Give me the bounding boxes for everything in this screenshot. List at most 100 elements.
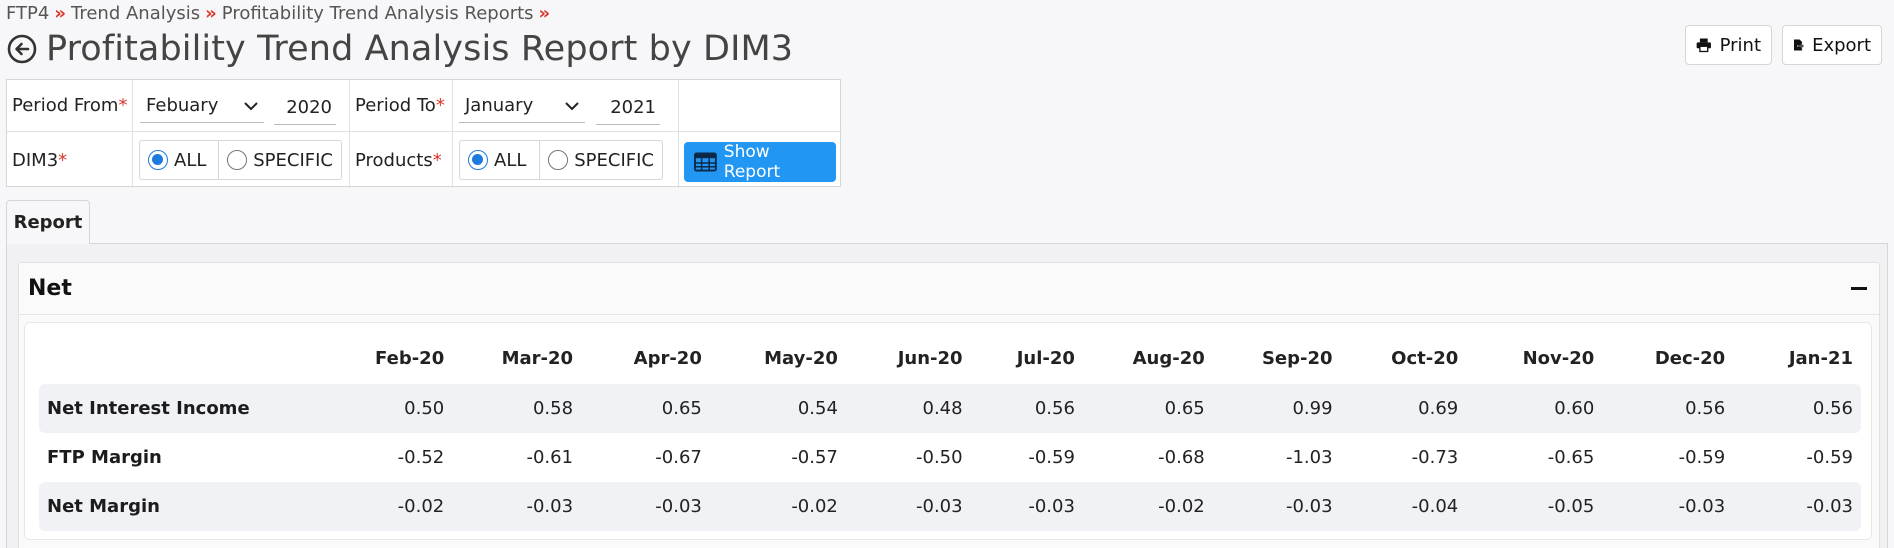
table-cell: 0.54 — [709, 384, 846, 433]
table-cell: -0.03 — [1733, 482, 1861, 531]
table-cell: -0.65 — [1547, 447, 1595, 468]
table-cell: 0.69 — [1340, 384, 1467, 433]
period-to-year-input[interactable]: 2021 — [596, 91, 660, 125]
products-label: Products* — [355, 149, 442, 171]
net-panel-header[interactable]: Net — [19, 263, 1879, 315]
chevron-down-icon — [565, 101, 579, 110]
table-cell: -0.50 — [916, 447, 963, 468]
column-header-empty — [39, 333, 323, 384]
print-label: Print — [1719, 34, 1761, 56]
products-all-label: ALL — [494, 149, 527, 171]
chevron-down-icon — [244, 101, 258, 110]
dim3-specific-option[interactable]: SPECIFIC — [218, 141, 341, 179]
export-file-icon — [1794, 39, 1805, 51]
back-arrow-icon[interactable] — [6, 33, 38, 65]
table-cell: -0.03 — [1212, 482, 1341, 531]
radio-checked-icon — [468, 150, 488, 170]
net-report-table: Feb-20 Mar-20 Apr-20 May-20 Jun-20 Jul-2… — [39, 333, 1861, 531]
report-filters: Period From* Febuary 2020 Period To* Jan… — [6, 79, 842, 188]
breadcrumb-item-trend-analysis[interactable]: Trend Analysis — [71, 3, 200, 24]
period-from-year-input[interactable]: 2020 — [274, 91, 336, 125]
table-header-row: Feb-20 Mar-20 Apr-20 May-20 Jun-20 Jul-2… — [39, 333, 1861, 384]
breadcrumb-separator: » — [205, 3, 217, 24]
period-to-label-cell: Period To* — [350, 80, 453, 132]
products-options-cell: ALL SPECIFIC — [453, 132, 679, 188]
empty-cell — [679, 80, 842, 132]
breadcrumb-item-reports[interactable]: Profitability Trend Analysis Reports — [222, 3, 534, 24]
column-header: Oct-20 — [1391, 348, 1459, 369]
collapse-icon[interactable] — [1849, 279, 1869, 299]
table-cell: -0.03 — [970, 482, 1083, 531]
net-panel-title: Net — [28, 276, 72, 301]
products-specific-label: SPECIFIC — [574, 149, 654, 171]
dim3-radio-group: ALL SPECIFIC — [139, 140, 342, 180]
table-cell: 0.56 — [1602, 384, 1734, 433]
table-cell: 0.50 — [323, 384, 453, 433]
column-header: Jun-20 — [897, 348, 963, 369]
column-header: Jul-20 — [1016, 348, 1075, 369]
period-from-month-select[interactable]: Febuary — [140, 89, 264, 123]
dim3-specific-label: SPECIFIC — [253, 149, 333, 171]
table-cell: -0.04 — [1340, 482, 1467, 531]
row-label: Net Interest Income — [39, 384, 324, 433]
table-cell: -0.03 — [1602, 482, 1734, 531]
table-cell: -0.59 — [1806, 447, 1853, 468]
table-cell: -0.02 — [1082, 482, 1213, 531]
products-specific-option[interactable]: SPECIFIC — [539, 141, 662, 179]
table-cell: 0.65 — [1082, 384, 1213, 433]
products-all-option[interactable]: ALL — [460, 141, 539, 179]
table-cell: -0.57 — [791, 447, 838, 468]
column-header: Mar-20 — [501, 348, 574, 369]
dim3-label-cell: DIM3* — [7, 132, 133, 188]
table-cell: 0.48 — [845, 384, 971, 433]
column-header: Jan-21 — [1788, 348, 1853, 369]
table-cell: -0.59 — [1678, 447, 1726, 468]
column-header: Apr-20 — [633, 348, 702, 369]
row-label: FTP Margin — [47, 447, 162, 468]
period-to-label: Period To* — [355, 95, 445, 116]
breadcrumb-separator: » — [538, 3, 551, 24]
table-icon — [694, 152, 717, 172]
tab-report[interactable]: Report — [6, 200, 90, 244]
breadcrumb: FTP4» Trend Analysis» Profitability Trend … — [6, 3, 555, 24]
export-label: Export — [1812, 34, 1871, 56]
period-from-label: Period From* — [12, 95, 128, 116]
dim3-options-cell: ALL SPECIFIC — [133, 132, 350, 188]
period-from-month-value: Febuary — [146, 95, 219, 116]
radio-checked-icon — [148, 150, 168, 170]
breadcrumb-item-ftp4[interactable]: FTP4 — [6, 3, 49, 24]
table-cell: -0.02 — [323, 482, 453, 531]
period-to-month-select[interactable]: January — [459, 89, 585, 123]
row-label: Net Margin — [39, 482, 324, 531]
table-cell: -0.05 — [1466, 482, 1603, 531]
products-label-cell: Products* — [350, 132, 453, 188]
title-row: Profitability Trend Analysis Report by D… — [6, 26, 793, 72]
show-report-button[interactable]: Show Report — [684, 142, 836, 182]
dim3-all-label: ALL — [174, 149, 207, 171]
table-cell: 0.56 — [970, 384, 1083, 433]
print-button[interactable]: Print — [1685, 25, 1772, 65]
period-to-month-value: January — [465, 95, 534, 116]
page-title: Profitability Trend Analysis Report by D… — [46, 29, 794, 69]
radio-unchecked-icon — [227, 150, 248, 170]
table-cell: 0.58 — [452, 384, 582, 433]
period-from-inputs: Febuary 2020 — [133, 80, 350, 132]
radio-unchecked-icon — [548, 150, 569, 170]
table-cell: -0.59 — [1028, 447, 1075, 468]
printer-icon — [1696, 38, 1711, 53]
table-cell: 0.56 — [1733, 384, 1861, 433]
net-table-container: Feb-20 Mar-20 Apr-20 May-20 Jun-20 Jul-2… — [24, 322, 1872, 540]
table-cell: -0.03 — [452, 482, 582, 531]
show-report-cell: Show Report — [679, 132, 842, 188]
export-button[interactable]: Export — [1782, 25, 1882, 65]
column-header: Aug-20 — [1132, 348, 1205, 369]
table-row: Net Margin -0.02 -0.03 -0.03 -0.02 -0.03… — [39, 482, 1861, 531]
table-cell: -0.52 — [397, 447, 445, 468]
table-cell: 0.65 — [581, 384, 710, 433]
dim3-all-option[interactable]: ALL — [140, 141, 218, 179]
dim3-label: DIM3* — [12, 149, 68, 171]
table-cell: -0.61 — [526, 447, 574, 468]
table-cell: -0.67 — [655, 447, 702, 468]
breadcrumb-separator: » — [54, 3, 66, 24]
period-to-inputs: January 2021 — [453, 80, 679, 132]
